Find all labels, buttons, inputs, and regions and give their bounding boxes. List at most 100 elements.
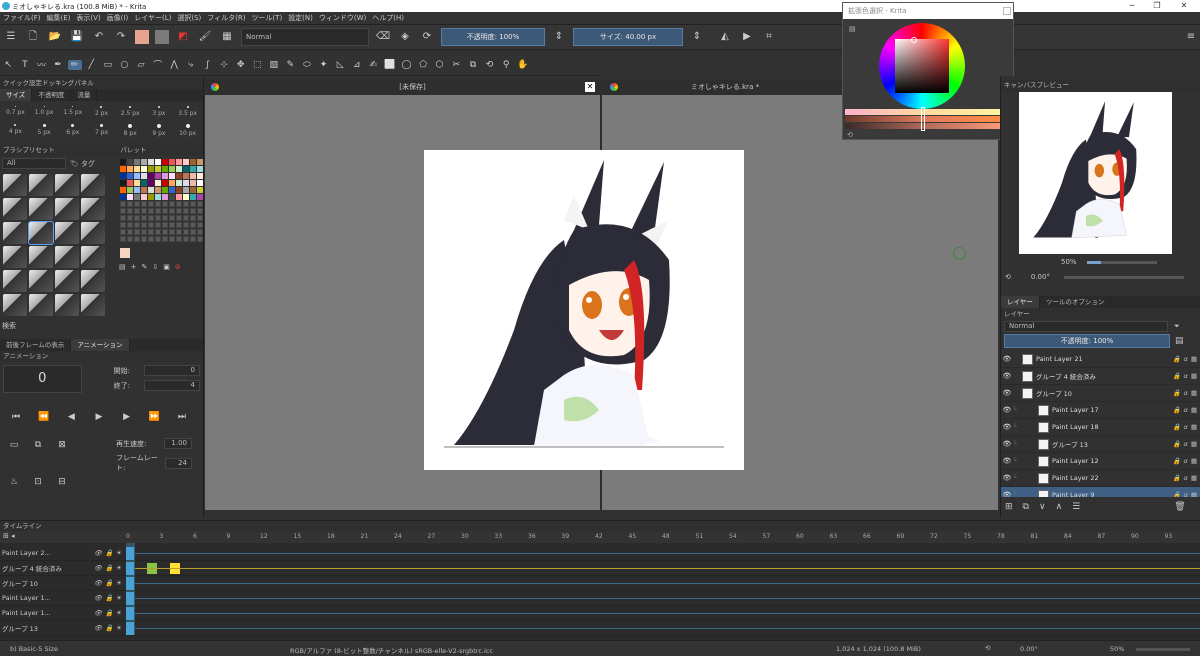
visibility-eye-icon[interactable]: 👁 xyxy=(1001,423,1013,431)
timeline-frame-track[interactable] xyxy=(125,606,1200,621)
palette-swatch[interactable] xyxy=(176,180,182,186)
size-preset[interactable]: 0.7 px xyxy=(2,105,29,121)
palette-swatch[interactable] xyxy=(183,208,189,214)
add-frame-icon[interactable]: ▭ xyxy=(4,438,24,452)
brush-tag-label[interactable]: タグ xyxy=(81,159,95,169)
layer-row[interactable]: 👁 └ グループ 13 🔒 α ▦ xyxy=(1001,436,1200,453)
palette-swatch[interactable] xyxy=(197,229,203,235)
palette-swatch[interactable] xyxy=(183,236,189,242)
next-frame-icon[interactable]: ▶ xyxy=(117,410,137,424)
multibrush-tool-icon[interactable]: ⊹ xyxy=(217,60,231,70)
menu-select[interactable]: 選択(S) xyxy=(177,13,201,23)
palette-swatch[interactable] xyxy=(155,166,161,172)
brush-preset[interactable] xyxy=(3,198,27,220)
menu-edit[interactable]: 編集(E) xyxy=(47,13,71,23)
brush-preset[interactable] xyxy=(29,246,53,268)
color-popup-close-icon[interactable] xyxy=(1003,7,1011,15)
size-stepper-icon[interactable]: ⇕ xyxy=(688,28,706,46)
layer-opacity-slider[interactable]: 不透明度: 100% xyxy=(1004,334,1170,348)
preserve-alpha-icon[interactable]: ◈ xyxy=(396,28,414,46)
new-document-icon[interactable]: 🗋 xyxy=(24,28,42,46)
palette-swatch[interactable] xyxy=(141,159,147,165)
undo-icon[interactable]: ↶ xyxy=(90,28,108,46)
rotation-icon[interactable]: ⟲ xyxy=(1005,273,1011,281)
reload-preset-icon[interactable]: ⟳ xyxy=(418,28,436,46)
opacity-stepper-icon[interactable]: ⇕ xyxy=(550,28,568,46)
lock-icon[interactable]: 🔒 xyxy=(1172,372,1180,380)
palette-swatch[interactable] xyxy=(190,194,196,200)
menu-image[interactable]: 画像(I) xyxy=(107,13,129,23)
onion-skin-icon[interactable]: ☀ xyxy=(116,594,122,602)
palette-swatch[interactable] xyxy=(134,236,140,242)
palette-swatch[interactable] xyxy=(134,159,140,165)
palette-swatch[interactable] xyxy=(148,194,154,200)
palette-swatch[interactable] xyxy=(190,201,196,207)
visibility-eye-icon[interactable]: 👁 xyxy=(1001,406,1013,414)
palette-swatch[interactable] xyxy=(169,215,175,221)
polygon-tool-icon[interactable]: ▱ xyxy=(134,60,148,70)
brush-preset[interactable] xyxy=(55,294,79,316)
palette-swatch[interactable] xyxy=(162,159,168,165)
palette-swatch[interactable] xyxy=(176,208,182,214)
close-button[interactable]: ✕ xyxy=(1172,0,1196,12)
palette-swatch[interactable] xyxy=(169,173,175,179)
menu-tools[interactable]: ツール(T) xyxy=(251,13,282,23)
move-layer-down-icon[interactable]: ∨ xyxy=(1039,502,1046,512)
visibility-eye-icon[interactable]: 👁 xyxy=(1001,491,1013,497)
timeline-layer-row[interactable]: Paint Layer 2... 👁 🔒 ☀ xyxy=(0,546,1200,561)
brush-preset[interactable] xyxy=(81,270,105,292)
palette-swatch[interactable] xyxy=(141,201,147,207)
palette-delete-icon[interactable]: ⊘ xyxy=(175,263,181,271)
tab-onion-skin[interactable]: 前後フレームの表示 xyxy=(0,339,72,351)
palette-swatch[interactable] xyxy=(162,166,168,172)
menu-window[interactable]: ウィンドウ(W) xyxy=(319,13,366,23)
brush-preset[interactable] xyxy=(3,270,27,292)
duplicate-frame-icon[interactable]: ⧉ xyxy=(28,438,48,452)
palette-swatch[interactable] xyxy=(162,180,168,186)
palette-swatch[interactable] xyxy=(141,194,147,200)
text-tool-icon[interactable]: T xyxy=(18,60,32,70)
visibility-eye-icon[interactable]: 👁 xyxy=(94,564,102,572)
frame-ruler[interactable]: 0 3 6 9 12 15 18 21 24 27 30 33 36 39 42 45 48 51 54 57 60 63… xyxy=(126,531,1196,543)
palette-swatch[interactable] xyxy=(148,187,154,193)
polyline-tool-icon[interactable]: ⌒ xyxy=(151,58,165,71)
delete-layer-icon[interactable]: 🗑 xyxy=(1174,502,1185,512)
calligraphy-tool-icon[interactable]: ✒ xyxy=(51,60,65,70)
freehand-select-tool-icon[interactable]: ⬡ xyxy=(433,60,447,70)
fill-tool-icon[interactable]: ✦ xyxy=(317,60,331,70)
palette-swatch[interactable] xyxy=(141,222,147,228)
palette-swatch[interactable] xyxy=(120,166,126,172)
palette-swatch[interactable] xyxy=(190,222,196,228)
freehand-brush-tool-icon[interactable]: ✏ xyxy=(67,59,82,70)
timeline-layer-row[interactable]: グループ 10 👁 🔒 ☀ xyxy=(0,576,1200,591)
palette-swatch[interactable] xyxy=(120,173,126,179)
layer-row[interactable]: 👁 └ Paint Layer 9 🔒 α ▦ xyxy=(1001,487,1200,497)
palette-swatch[interactable] xyxy=(141,229,147,235)
onion-skin-icon[interactable]: ☀ xyxy=(116,579,122,587)
inherit-alpha-icon[interactable]: ▦ xyxy=(1191,474,1197,482)
palette-swatch[interactable] xyxy=(127,208,133,214)
size-preset[interactable]: 4 px xyxy=(2,123,29,139)
alpha-lock-icon[interactable]: α xyxy=(1184,440,1188,448)
alpha-lock-icon[interactable]: α xyxy=(1184,491,1188,497)
palette-swatch[interactable] xyxy=(169,194,175,200)
palette-swatch[interactable] xyxy=(162,173,168,179)
tab-opacity[interactable]: 不透明度 xyxy=(32,89,72,101)
size-preset[interactable]: 10 px xyxy=(174,123,201,139)
timeline-frame-track[interactable] xyxy=(125,546,1200,561)
layer-properties-icon[interactable]: ▤ xyxy=(1175,336,1184,346)
palette-swatch[interactable] xyxy=(190,173,196,179)
visibility-eye-icon[interactable]: 👁 xyxy=(1001,372,1013,380)
preview-rotation-slider[interactable] xyxy=(1063,275,1184,279)
maximize-button[interactable]: ❐ xyxy=(1145,0,1169,12)
menu-settings[interactable]: 設定(N) xyxy=(288,13,313,23)
palette-swatch[interactable] xyxy=(155,215,161,221)
layer-row[interactable]: 👁 グループ 10 🔒 α ▦ xyxy=(1001,385,1200,402)
palette-swatch[interactable] xyxy=(148,159,154,165)
canvas-document[interactable] xyxy=(424,150,744,470)
palette-swatch[interactable] xyxy=(183,166,189,172)
menu-hamburger-icon[interactable]: ☰ xyxy=(2,28,20,46)
palette-swatch[interactable] xyxy=(190,236,196,242)
layer-row[interactable]: 👁 Paint Layer 21 🔒 α ▦ xyxy=(1001,351,1200,368)
lock-icon[interactable]: 🔒 xyxy=(105,624,113,632)
